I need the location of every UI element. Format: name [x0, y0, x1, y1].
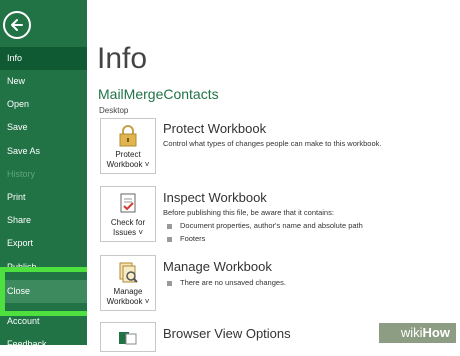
bullet-square-icon — [167, 236, 172, 242]
protect-workbook-button[interactable]: Protect Workbook ˅ — [100, 118, 156, 174]
page-title: Info — [97, 42, 148, 75]
manage-workbook-button[interactable]: Manage Workbook ˅ — [100, 255, 156, 311]
wikihow-watermark: wikiHow — [378, 323, 456, 343]
protect-button-line1: Protect — [115, 150, 141, 159]
menu-item-save[interactable]: Save — [0, 116, 87, 139]
inspect-bullet-2: Footers — [167, 234, 205, 243]
file-location: Desktop — [99, 106, 129, 115]
browser-view-options-title: Browser View Options — [163, 326, 291, 341]
manage-button-line1: Manage — [113, 287, 143, 296]
inspect-document-icon — [120, 193, 136, 213]
lock-icon — [119, 125, 137, 147]
protect-workbook-title: Protect Workbook — [163, 121, 267, 136]
menu-item-print[interactable]: Print — [0, 186, 87, 209]
manage-workbook-desc: There are no unsaved changes. — [167, 278, 286, 287]
menu-item-share[interactable]: Share — [0, 209, 87, 232]
bullet-square-icon — [167, 223, 172, 229]
close-highlight-box — [0, 267, 97, 316]
inspect-workbook-title: Inspect Workbook — [163, 190, 267, 205]
bullet-square-icon — [167, 280, 172, 286]
inspect-bullet-1: Document properties, author's name and a… — [167, 221, 363, 230]
browser-view-options-button[interactable] — [100, 322, 156, 352]
menu-item-open[interactable]: Open — [0, 93, 87, 116]
menu-item-info[interactable]: Info — [0, 47, 87, 70]
menu-item-new[interactable]: New — [0, 70, 87, 93]
check-issues-line1: Check for — [110, 218, 146, 227]
menu-item-export[interactable]: Export — [0, 232, 87, 255]
manage-button-line2: Workbook ˅ — [106, 297, 150, 306]
protect-button-line2: Workbook ˅ — [106, 160, 150, 169]
check-issues-line2: Issues ˅ — [112, 228, 143, 237]
protect-workbook-desc: Control what types of changes people can… — [163, 139, 382, 148]
info-panel: Info MailMergeContacts Desktop Protect W… — [87, 0, 460, 352]
back-button[interactable] — [3, 11, 31, 39]
check-for-issues-button[interactable]: Check for Issues ˅ — [100, 186, 156, 242]
menu-item-save-as[interactable]: Save As — [0, 140, 87, 163]
excel-browser-icon — [119, 332, 137, 345]
menu-item-history: History — [7, 169, 36, 179]
back-arrow-icon — [11, 19, 23, 31]
manage-workbook-icon — [119, 262, 138, 283]
file-name: MailMergeContacts — [98, 86, 219, 102]
manage-workbook-title: Manage Workbook — [163, 259, 272, 274]
inspect-workbook-desc: Before publishing this file, be aware th… — [163, 208, 334, 217]
